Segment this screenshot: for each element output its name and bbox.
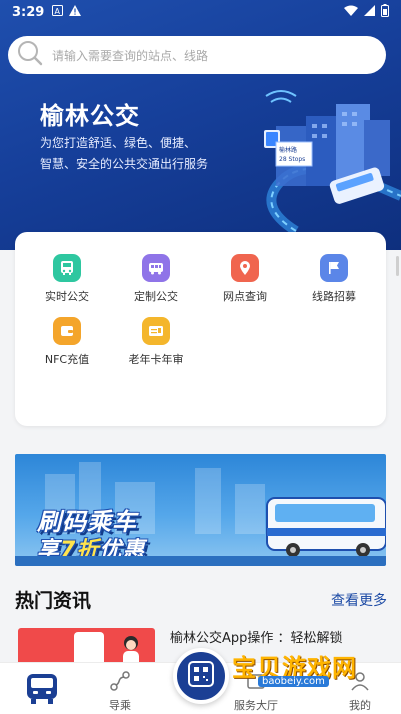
tab-guide[interactable]: 导乘 xyxy=(90,671,150,713)
hero-banner: 3:29 A 请输入需要查询的站点、线路 榆林公交 为您打造舒适、绿色、便捷、 … xyxy=(0,0,401,250)
bus-illustration xyxy=(266,497,386,557)
svg-text:A: A xyxy=(55,7,61,16)
service-realtime-bus[interactable]: 实时公交 xyxy=(22,254,112,304)
search-placeholder[interactable]: 请输入需要查询的站点、线路 xyxy=(52,47,208,64)
service-route-recruit[interactable]: 线路招募 xyxy=(289,254,379,304)
status-bar: 3:29 A xyxy=(0,0,401,24)
tab-home[interactable] xyxy=(12,673,72,709)
battery-icon xyxy=(381,3,389,21)
service-hall-icon xyxy=(245,674,267,695)
notification-a-icon: A xyxy=(52,4,64,20)
custom-bus-icon xyxy=(142,254,170,282)
app-title: 榆林公交 xyxy=(40,102,140,130)
service-label: NFC充值 xyxy=(44,353,90,366)
news-item-title[interactable]: 榆林公交App操作 ：轻松解锁 xyxy=(170,628,385,650)
bus-icon xyxy=(53,254,81,282)
slogan-line-2: 智慧、安全的公共交通出行服务 xyxy=(40,157,209,171)
flag-icon xyxy=(320,254,348,282)
news-more-link[interactable]: 查看更多 xyxy=(331,590,387,610)
tab-label: 我的 xyxy=(349,699,371,712)
promo-banner[interactable]: 刷码乘车 享7折优惠 xyxy=(15,454,386,566)
road xyxy=(15,556,386,566)
tab-profile[interactable]: 我的 xyxy=(330,671,390,713)
city-illustration: 榆林路 28 Stops xyxy=(264,90,401,236)
wallet-icon xyxy=(53,317,81,345)
wifi-icon xyxy=(344,5,358,20)
bus-home-icon xyxy=(25,674,59,709)
tab-service-hall[interactable]: 服务大厅 xyxy=(226,671,286,713)
search-icon xyxy=(16,39,44,71)
profile-icon xyxy=(349,672,371,695)
svg-text:榆林路: 榆林路 xyxy=(279,146,297,154)
status-time: 3:29 xyxy=(12,4,45,20)
service-custom-bus[interactable]: 定制公交 xyxy=(111,254,201,304)
service-label: 实时公交 xyxy=(45,290,89,303)
scan-code-button[interactable] xyxy=(173,648,229,704)
route-icon xyxy=(109,671,131,695)
location-pin-icon xyxy=(231,254,259,282)
tab-label: 服务大厅 xyxy=(234,699,278,712)
news-heading: 热门资讯 xyxy=(15,590,92,612)
service-label: 线路招募 xyxy=(312,290,356,303)
svg-text:28 Stops: 28 Stops xyxy=(279,156,305,163)
services-card: 实时公交 定制公交 网点查询 线路招募 NFC充值 老年卡年审 xyxy=(15,232,386,426)
service-senior-card-review[interactable]: 老年卡年审 xyxy=(111,317,201,367)
signal-icon xyxy=(364,4,375,20)
card-icon xyxy=(142,317,170,345)
service-label: 定制公交 xyxy=(134,290,178,303)
scrollbar[interactable] xyxy=(396,256,399,276)
slogan-line-1: 为您打造舒适、绿色、便捷、 xyxy=(40,136,197,150)
service-label: 网点查询 xyxy=(223,290,267,303)
service-nfc-recharge[interactable]: NFC充值 xyxy=(22,317,112,367)
warning-icon xyxy=(69,4,82,20)
tab-label: 导乘 xyxy=(109,699,131,712)
search-bar[interactable]: 请输入需要查询的站点、线路 xyxy=(8,36,386,74)
qr-scan-icon xyxy=(188,661,214,691)
service-label: 老年卡年审 xyxy=(128,353,184,366)
service-outlet-query[interactable]: 网点查询 xyxy=(200,254,290,304)
